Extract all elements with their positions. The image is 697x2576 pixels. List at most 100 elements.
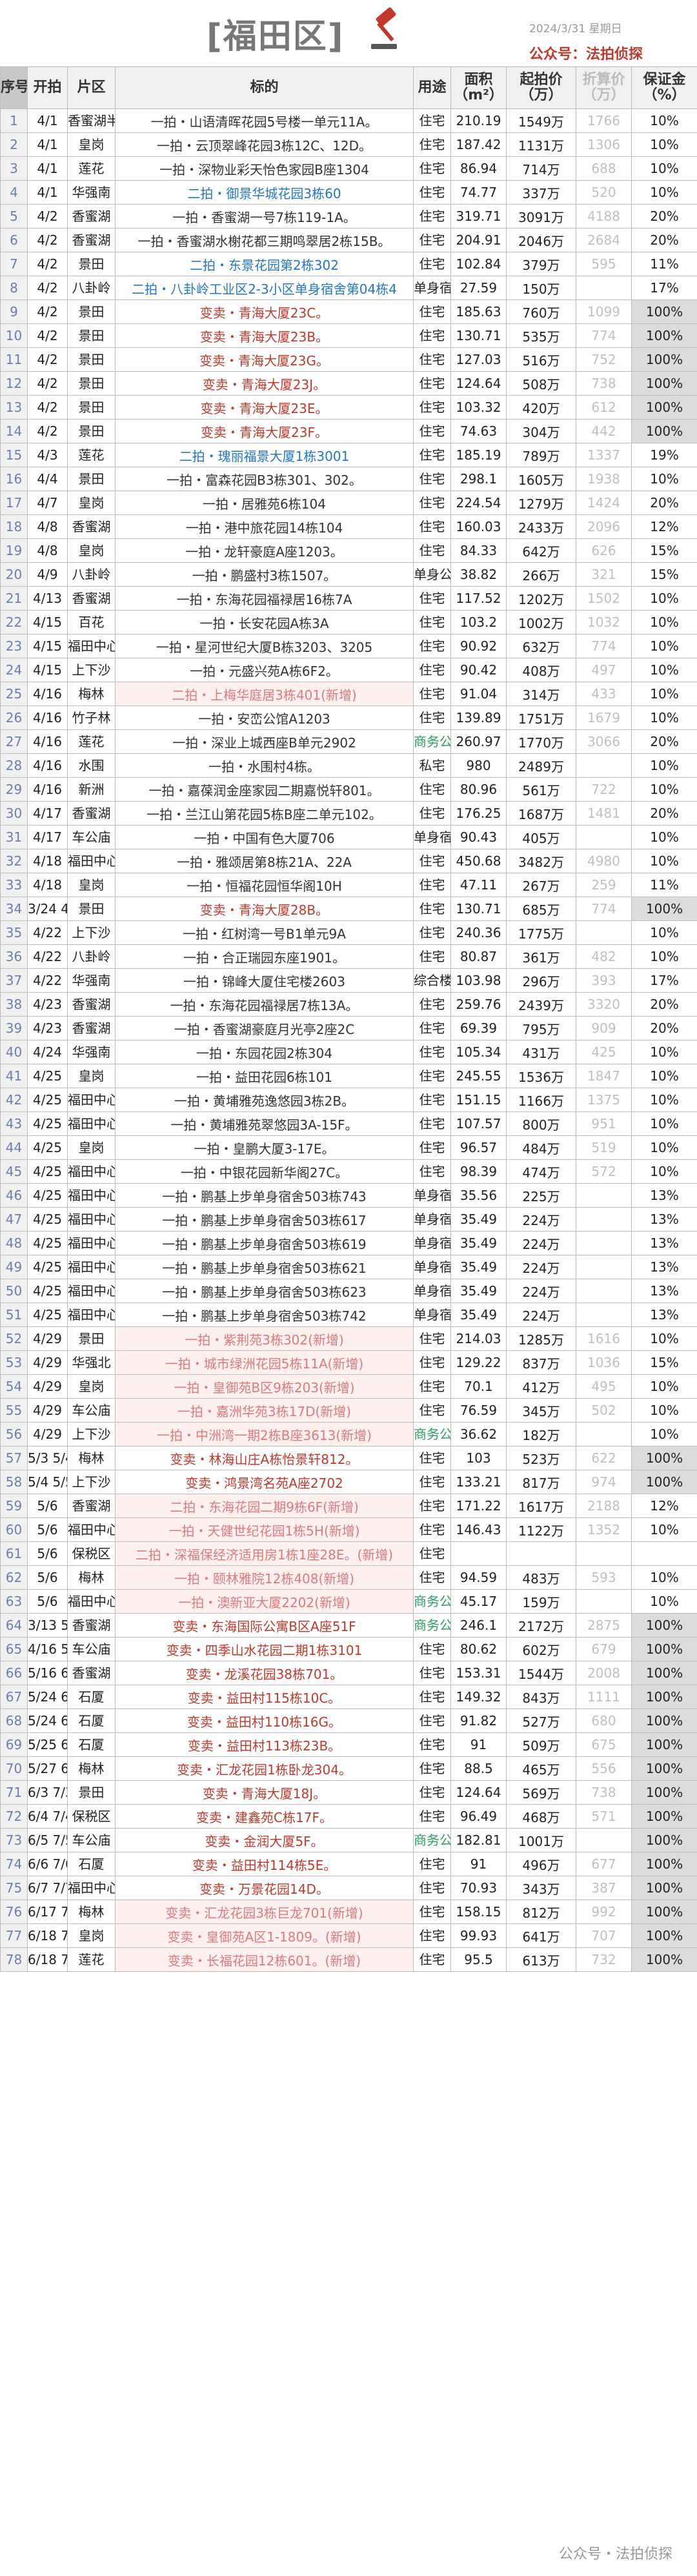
table-row[interactable]: 10 4/2 景田 变卖・青海大厦23B。 住宅 130.71 535万 774 100% [0,323,697,348]
table-row[interactable]: 716/3 7/3景田变卖・青海大厦18J。住宅124.64569万738100… [0,1780,697,1805]
table-row[interactable]: 7 4/2 景田 二拍・东景花园第2栋302 住宅 102.84 379万 595 11% [0,252,697,276]
table-row[interactable]: 26 4/16 竹子林 一拍・安峦公馆A1203 住宅 139.89 1751万 1679 10… [0,705,697,730]
table-row[interactable]: 59 5/6 香蜜湖 二拍・东海花园二期9栋6F(新增) 住宅 171.22 1617万 21… [0,1494,697,1518]
table-row[interactable]: 786/18 7/18莲花变卖・长福花园12栋601。(新增)住宅95.5613… [0,1947,697,1972]
table-row[interactable]: 474/25福田中心一拍・鹏基上步单身宿舍503栋617单身宿舍35.49224… [0,1207,697,1232]
table-row[interactable]: 44 4/25 皇岗 一拍・皇鹏大厦3-17E。 住宅 96.57 484万 519 10% [0,1135,697,1160]
table-row[interactable]: 514/25福田中心一拍・鹏基上步单身宿舍503栋742单身宿舍35.49224… [0,1303,697,1327]
table-row[interactable]: 54 4/29 皇岗 一拍・皇御苑B区9栋203(新增) 住宅 70.1 412万 495 10… [0,1374,697,1399]
row-use: 单身宿舍 [413,1207,451,1232]
table-row[interactable]: 15 4/3 莲花 二拍・瑰丽福景大厦1栋3001 住宅 185.19 789万 1337 19… [0,443,697,467]
table-row[interactable]: 494/25福田中心一拍・鹏基上步单身宿舍503栋621单身宿舍35.49224… [0,1255,697,1279]
table-row[interactable]: 24 4/15 上下沙 一拍・元盛兴苑A栋6F2。 住宅 90.42 408万 497 10% [0,658,697,682]
table-row[interactable]: 464/25福田中心一拍・鹏基上步单身宿舍503栋743单身宿舍35.56225… [0,1183,697,1208]
table-row[interactable]: 21 4/13 香蜜湖 一拍・东海花园福禄居16栋7A 住宅 117.52 1202万 150… [0,586,697,611]
table-row[interactable]: 654/16 5/16车公庙变卖・四季山水花园二期1栋3101住宅80.6260… [0,1637,697,1661]
row-deposit: 100% [631,1685,697,1709]
table-row[interactable]: 3 4/1 莲花 一拍・深物业彩天怡色家园B座1304 住宅 86.94 714万 688 10… [0,156,697,181]
table-row[interactable]: 16 4/4 景田 一拍・富森花园B3栋301、302。 住宅 298.1 1605万 193… [0,467,697,491]
table-row[interactable]: 484/25福田中心一拍・鹏基上步单身宿舍503栋619单身宿舍35.49224… [0,1231,697,1255]
row-converted: 752 [576,347,632,372]
table-row[interactable]: 766/17 7/17梅林变卖・汇龙花园3栋巨龙701(新增)住宅158.158… [0,1900,697,1924]
row-area: 福田中心 [67,849,116,873]
table-row[interactable]: 314/17车公庙一拍・中国有色大厦706单身宿舍90.43405万 10% [0,825,697,849]
table-row[interactable]: 38 4/23 香蜜湖 一拍・东海花园福禄居7栋13A。 住宅 259.76 2439万 33… [0,992,697,1017]
table-row[interactable]: 9 4/2 景田 变卖・青海大厦23C。 住宅 185.63 760万 1099 100% [0,299,697,324]
table-row[interactable]: 685/24 6/23石厦变卖・益田村110栋16G。住宅91.82527万68… [0,1709,697,1733]
table-row[interactable]: 643/13 5/12香蜜湖变卖・东海国际公寓B区A座51F商务公寓246.12… [0,1613,697,1638]
table-row[interactable]: 45 4/25 福田中心 一拍・中银花园新华阁27C。 住宅 98.39 474万 572 10… [0,1159,697,1184]
table-row[interactable]: 635/6福田中心一拍・澳新亚大厦2202(新增)商务公寓45.17159万 10… [0,1589,697,1614]
row-date: 4/17 [27,801,68,826]
table-row[interactable]: 585/4 5/5上下沙变卖・鸿景湾名苑A座2702住宅133.21817万97… [0,1470,697,1494]
table-row[interactable]: 746/6 7/6石厦变卖・益田村114栋5E。住宅91496万677100% [0,1852,697,1876]
table-row[interactable]: 19 4/8 皇岗 一拍・龙轩豪庭A座1203。 住宅 84.33 642万 626 15% [0,538,697,563]
table-row[interactable]: 204/9八卦岭一拍・鹏盛村3栋1507。单身公寓38.82266万32115% [0,562,697,587]
table-row[interactable]: 18 4/8 香蜜湖 一拍・港中旅花园14栋104 住宅 160.03 2433万 2096 1… [0,514,697,539]
table-row[interactable]: 61 5/6 保税区 二拍・深福保经济适用房1栋1座28E。(新增) 住宅 [0,1541,697,1566]
table-row[interactable]: 62 5/6 梅林 一拍・颐林雅院12栋408(新增) 住宅 94.59 483万 593 10… [0,1565,697,1590]
table-row[interactable]: 4 4/1 华强南 二拍・御景华城花园3栋60 住宅 74.77 337万 520 10% [0,180,697,205]
table-row[interactable]: 14 4/2 景田 变卖・青海大厦23F。 住宅 74.63 304万 442 100% [0,419,697,443]
row-index: 14 [0,419,28,443]
row-converted: 572 [576,1159,632,1184]
table-row[interactable]: 39 4/23 香蜜湖 一拍・香蜜湖豪庭月光亭2座2C 住宅 69.39 795万 909 20… [0,1016,697,1040]
table-row[interactable]: 756/7 7/7福田中心变卖・万景花园14D。住宅70.93343万38710… [0,1876,697,1900]
table-row[interactable]: 36 4/22 八卦岭 一拍・合正瑞园东座1901。 住宅 80.87 361万 482 10% [0,944,697,969]
table-row[interactable]: 23 4/15 福田中心 一拍・星河世纪大厦B栋3203、3205 住宅 90.92 632… [0,634,697,658]
table-row[interactable]: 40 4/24 华强南 一拍・东园花园2栋304 住宅 105.34 431万 425 10% [0,1040,697,1064]
table-row[interactable]: 2 4/1 皇岗 一拍・云顶翠峰花园3栋12C、12D。 住宅 187.42 1131万 13… [0,132,697,157]
table-row[interactable]: 564/29上下沙一拍・中洲湾一期2栋B座3613(新增)商务公寓36.6218… [0,1422,697,1446]
row-deposit: 20% [631,204,697,228]
table-row[interactable]: 28 4/16 水围 一拍・水围村4栋。 私宅 980 2489万 10% [0,753,697,778]
table-row[interactable]: 53 4/29 华强北 一拍・城市绿洲花园5栋11A(新增) 住宅 129.22 837万 1… [0,1350,697,1375]
row-title: 变卖・益田村113栋23B。 [115,1732,414,1757]
row-deposit: 10% [631,1159,697,1184]
table-row[interactable]: 37 4/22 华强南 一拍・锦峰大厦住宅楼2603 综合楼 103.98 296万 393 1… [0,968,697,993]
table-row[interactable]: 17 4/7 皇岗 一拍・居雅苑6栋104 住宅 224.54 1279万 1424 20% [0,491,697,515]
table-row[interactable]: 13 4/2 景田 变卖・青海大厦23E。 住宅 103.32 420万 612 100% [0,395,697,420]
table-row[interactable]: 43 4/25 福田中心 一拍・黄埔雅苑翠悠园3A-15F。 住宅 107.57 800万 9… [0,1111,697,1136]
table-row[interactable]: 30 4/17 香蜜湖 一拍・兰江山第花园5栋B座二单元102。 住宅 176.25 168… [0,801,697,826]
table-row[interactable]: 274/16莲花一拍・深业上城西座B单元2902商务公寓260.971770万3… [0,729,697,754]
table-row[interactable]: 55 4/29 车公庙 一拍・嘉洲华苑3栋17D(新增) 住宅 76.59 345万 502 1… [0,1398,697,1423]
table-row[interactable]: 675/24 6/23石厦变卖・益田村115栋10C。住宅149.32843万1… [0,1685,697,1709]
row-title: 一拍・颐林雅院12栋408(新增) [115,1565,414,1590]
row-area: 皇岗 [67,1923,116,1948]
table-row[interactable]: 5 4/2 香蜜湖 一拍・香蜜湖一号7栋119-1A。 住宅 319.71 3091万 418… [0,204,697,228]
row-price: 795万 [506,1016,576,1040]
table-row[interactable]: 41 4/25 皇岗 一拍・益田花园6栋101 住宅 245.55 1536万 1847 10% [0,1064,697,1088]
table-row[interactable]: 504/25福田中心一拍・鹏基上步单身宿舍503栋623单身宿舍35.49224… [0,1279,697,1303]
table-row[interactable]: 776/18 7/18皇岗变卖・皇御苑A区1-1809。(新增)住宅99.936… [0,1923,697,1948]
row-use: 住宅 [413,132,451,157]
row-date: 4/22 [27,944,68,969]
row-deposit [631,1541,697,1566]
table-row[interactable]: 84/2八卦岭二拍・八卦岭工业区2-3小区单身宿舍第04栋4单身宿舍27.591… [0,276,697,300]
table-row[interactable]: 665/16 6/15香蜜湖变卖・龙溪花园38栋701。住宅153.311544… [0,1661,697,1685]
table-row[interactable]: 22 4/15 百花 一拍・长安花园A栋3A 住宅 103.2 1002万 1032 10% [0,610,697,634]
table-row[interactable]: 35 4/22 上下沙 一拍・红树湾一号B1单元9A 住宅 240.36 1775万 10% [0,920,697,945]
table-row[interactable]: 11 4/2 景田 变卖・青海大厦23G。 住宅 127.03 516万 752 100% [0,347,697,372]
table-row[interactable]: 60 5/6 福田中心 一拍・天健世纪花园1栋5H(新增) 住宅 146.43 1122万 1… [0,1517,697,1542]
row-price: 3482万 [506,849,576,873]
table-row[interactable]: 705/27 6/26梅林变卖・汇龙花园1栋卧龙304。住宅88.5465万55… [0,1756,697,1781]
table-row[interactable]: 14/1香蜜湖半山一拍・山语清晖花园5号楼一单元11A。住宅210.191549… [0,108,697,133]
table-row[interactable]: 575/3 5/4梅林变卖・林海山庄A栋怡景轩812。住宅103523万6221… [0,1446,697,1470]
row-title: 一拍・益田花园6栋101 [115,1064,414,1088]
table-row[interactable]: 25 4/16 梅林 二拍・上梅华庭居3栋401(新增) 住宅 91.04 314万 433 1… [0,682,697,706]
table-row[interactable]: 726/4 7/4保税区变卖・建鑫苑C栋17F。住宅96.49468万57110… [0,1804,697,1829]
table-row[interactable]: 695/25 6/24石厦变卖・益田村113栋23B。住宅91509万67510… [0,1732,697,1757]
table-row[interactable]: 32 4/18 福田中心 一拍・雅颂居第8栋21A、22A 住宅 450.68 3482万 4… [0,849,697,873]
row-converted: 1502 [576,586,632,611]
row-area: 福田中心 [67,1231,116,1255]
table-row[interactable]: 343/24 4/21景田变卖・青海大厦28B。住宅130.71685万7741… [0,897,697,921]
table-row[interactable]: 6 4/2 香蜜湖 一拍・香蜜湖水榭花都三期鸣翠居2栋15B。 住宅 204.91 2046… [0,228,697,252]
table-row[interactable]: 29 4/16 新洲 一拍・嘉葆润金座家园二期嘉悦轩801。 住宅 80.96 561万 72… [0,777,697,802]
row-size: 185.63 [450,299,507,324]
table-row[interactable]: 52 4/29 景田 一拍・紫荆苑3栋302(新增) 住宅 214.03 1285万 1616… [0,1326,697,1351]
table-row[interactable]: 42 4/25 福田中心 一拍・黄埔雅苑逸悠园3栋2B。 住宅 151.15 1166万 13… [0,1088,697,1112]
table-row[interactable]: 736/5 7/5车公庙变卖・金润大厦5F。商务公寓182.811001万 100… [0,1828,697,1852]
table-row[interactable]: 33 4/18 皇岗 一拍・恒福花园恒华阁10H 住宅 47.11 267万 259 11% [0,873,697,897]
row-use: 住宅 [413,108,451,133]
table-row[interactable]: 12 4/2 景田 变卖・青海大厦23J。 住宅 124.64 508万 738 100% [0,371,697,396]
